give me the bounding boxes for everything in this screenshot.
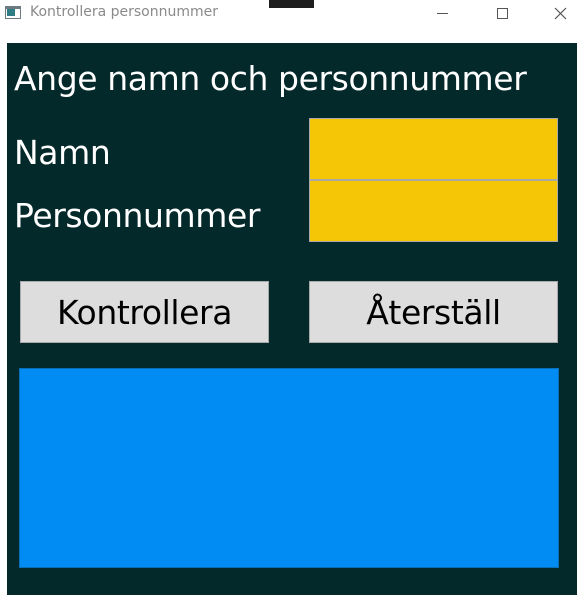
personnummer-label: Personnummer — [14, 196, 261, 235]
reset-button[interactable]: Återställ — [309, 281, 558, 343]
name-label: Namn — [14, 133, 111, 172]
title-bar[interactable]: Kontrollera personnummer — [0, 0, 583, 26]
window-title: Kontrollera personnummer — [30, 4, 218, 20]
debug-toolbar-tab[interactable] — [269, 0, 314, 8]
check-button[interactable]: Kontrollera — [20, 281, 269, 343]
result-output — [19, 368, 559, 568]
maximize-button[interactable] — [479, 0, 525, 26]
maximize-icon — [496, 7, 508, 19]
close-icon — [554, 7, 566, 19]
app-window-icon — [5, 6, 21, 19]
close-button[interactable] — [537, 0, 583, 26]
name-input[interactable] — [309, 118, 558, 180]
minimize-button[interactable] — [419, 0, 465, 26]
client-area: Ange namn och personnummer Namn Personnu… — [7, 43, 577, 595]
minimize-icon — [436, 12, 448, 14]
personnummer-input[interactable] — [309, 180, 558, 242]
form-heading: Ange namn och personnummer — [14, 59, 527, 98]
